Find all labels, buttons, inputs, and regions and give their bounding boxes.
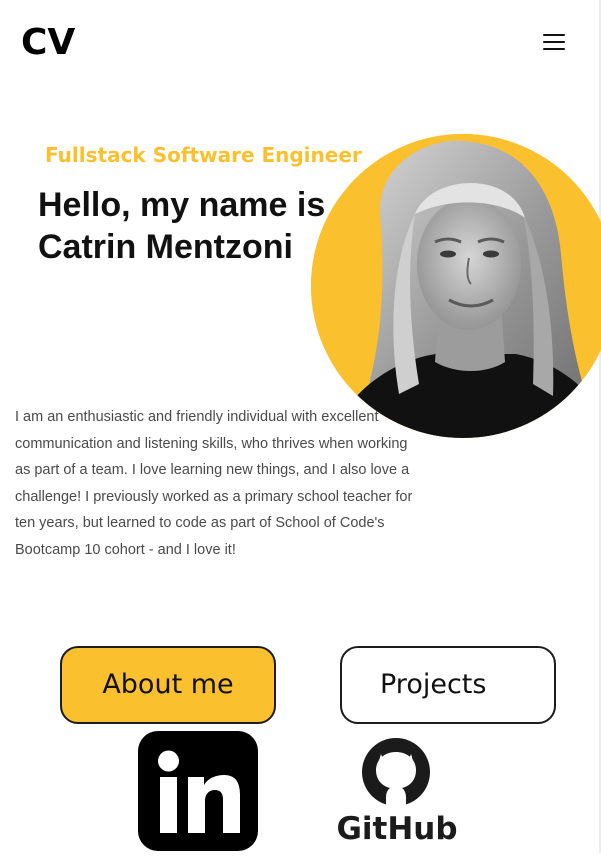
profile-photo-image — [311, 134, 601, 438]
bio-text: I am an enthusiastic and friendly indivi… — [15, 409, 413, 558]
linkedin-icon[interactable]: in — [138, 731, 258, 851]
linkedin-logo — [158, 750, 240, 833]
hamburger-menu-icon[interactable] — [540, 30, 568, 54]
profile-photo — [311, 134, 601, 438]
github-label: GitHub — [338, 811, 458, 847]
hero-heading-line-2: Catrin Mentzoni — [38, 228, 293, 266]
github-icon[interactable]: GitHub — [336, 736, 458, 848]
projects-button[interactable]: Projects — [340, 646, 556, 724]
github-logo: GitHub — [336, 738, 458, 847]
about-me-button[interactable]: About me — [60, 646, 276, 724]
hero-heading: Hello, my name is Catrin Mentzoni — [38, 184, 368, 268]
menu-line — [543, 48, 565, 50]
menu-line — [543, 34, 565, 36]
role-subtitle: Fullstack Software Engineer — [45, 143, 362, 167]
hero-heading-line-1: Hello, my name is — [38, 186, 326, 224]
site-logo[interactable]: CV — [21, 22, 75, 64]
menu-line — [543, 41, 565, 43]
